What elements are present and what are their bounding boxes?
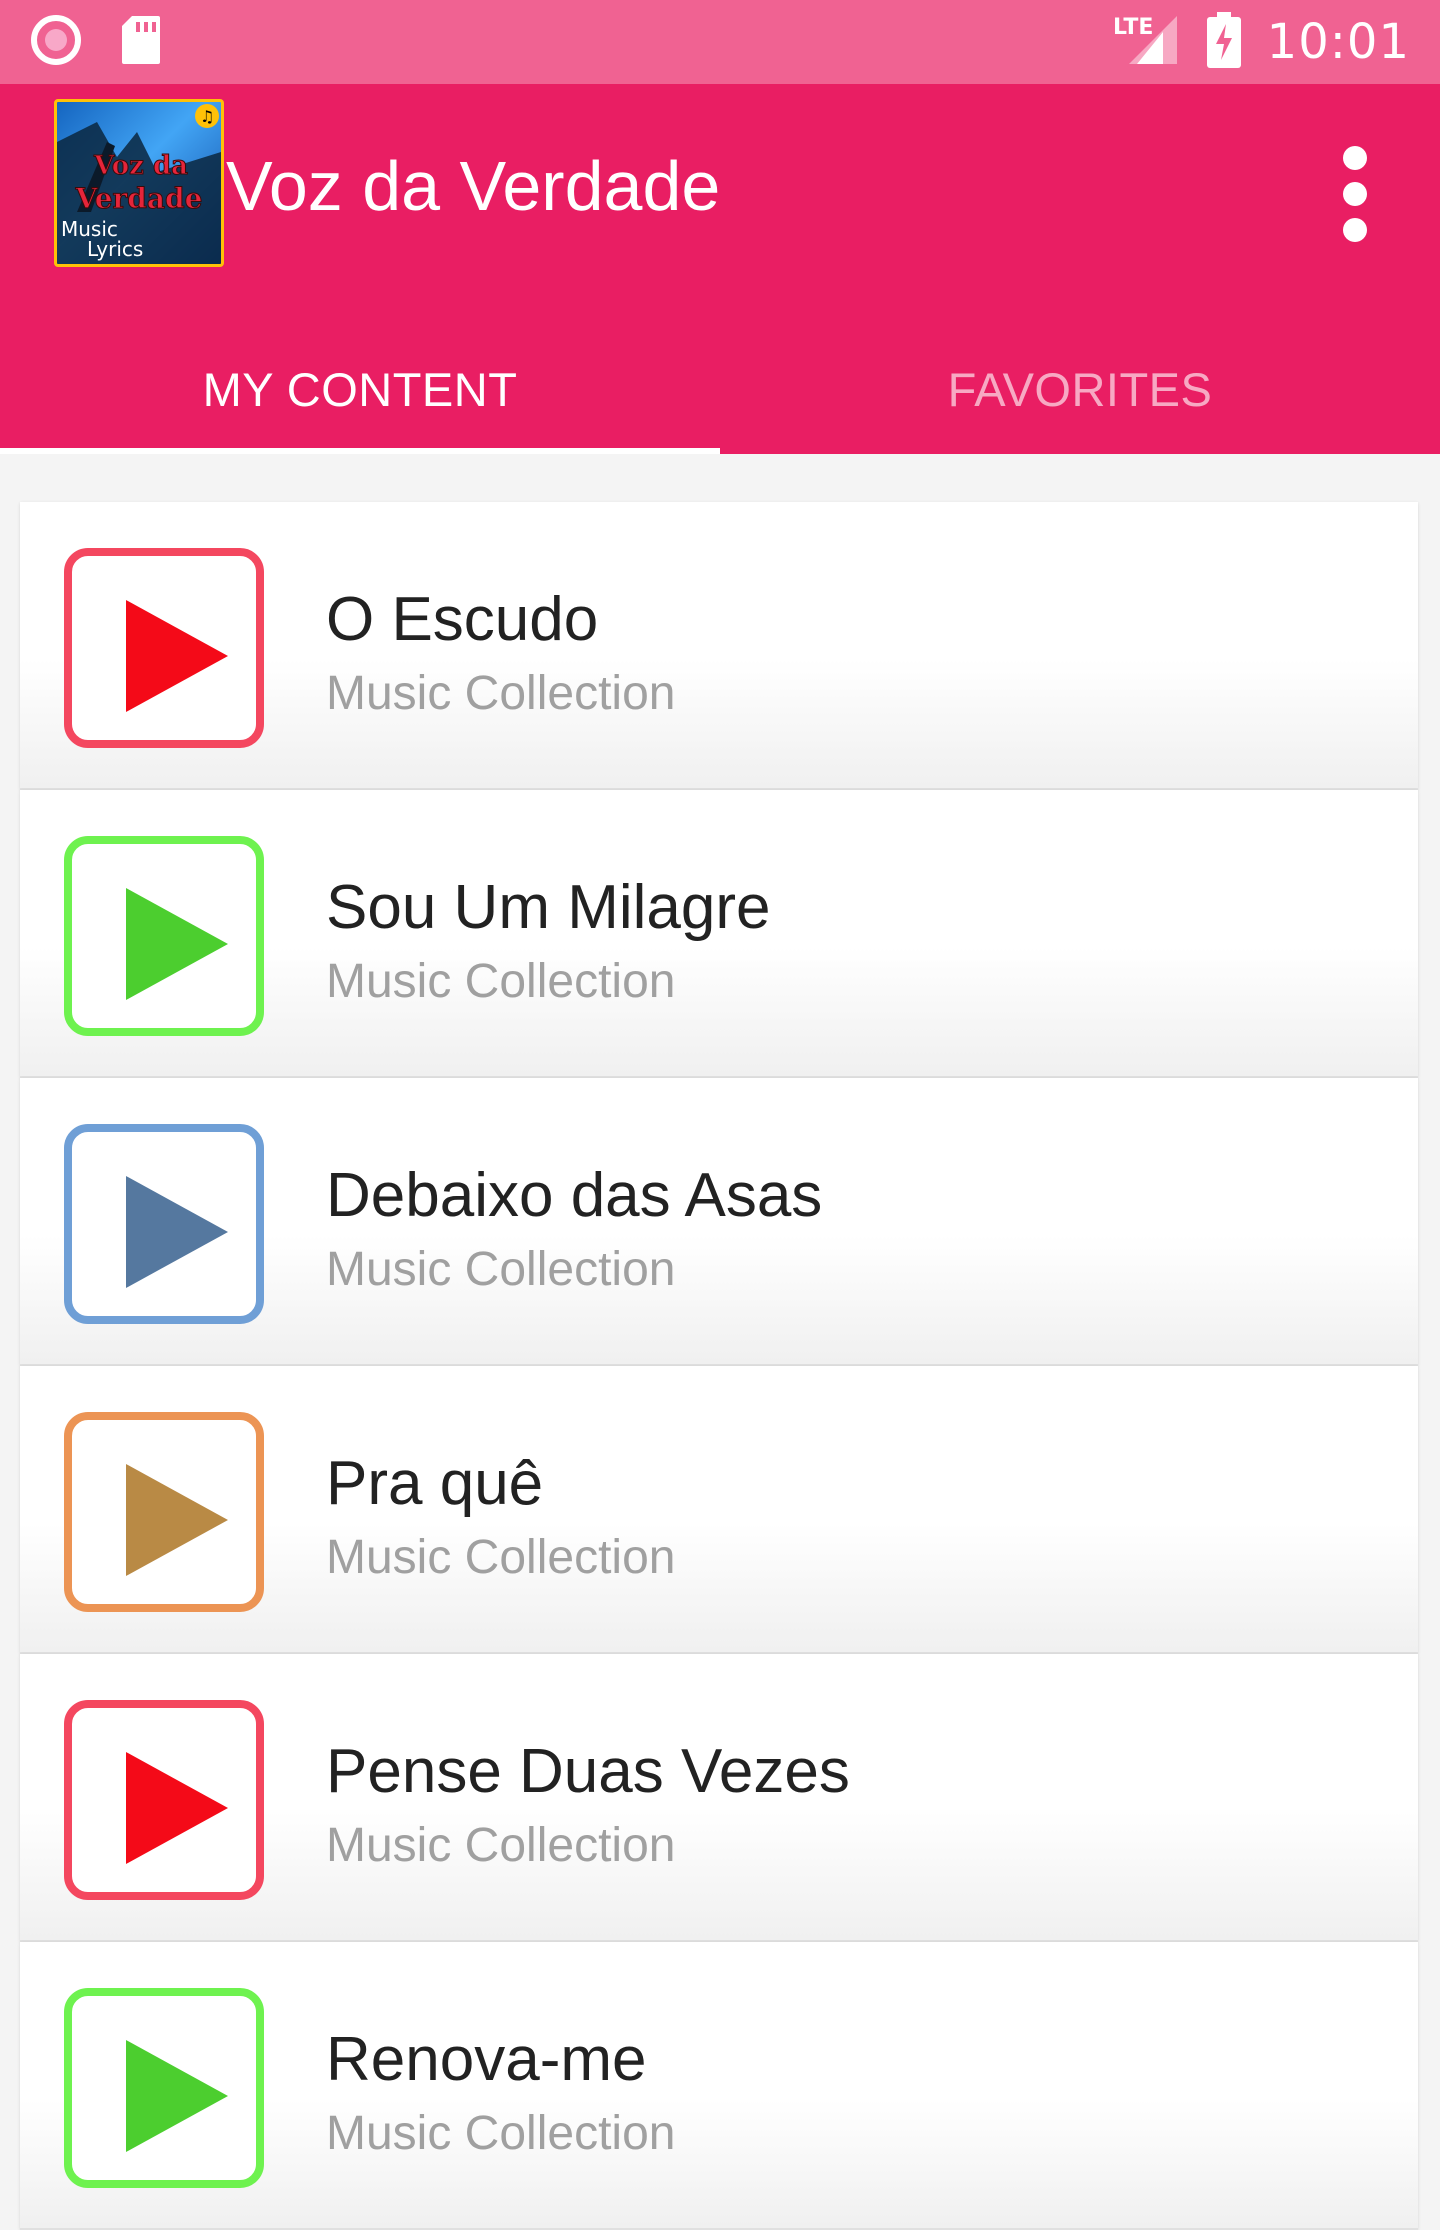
play-icon	[126, 600, 228, 712]
play-button[interactable]	[64, 1988, 264, 2188]
song-subtitle: Music Collection	[326, 667, 676, 720]
overflow-menu-button[interactable]	[1310, 134, 1400, 254]
play-button[interactable]	[64, 836, 264, 1036]
play-button[interactable]	[64, 1124, 264, 1324]
list-item[interactable]: Renova-me Music Collection	[20, 1942, 1418, 2230]
list-item[interactable]: Debaixo das Asas Music Collection	[20, 1078, 1418, 1366]
song-subtitle: Music Collection	[326, 1531, 676, 1584]
logo-text-line1: Voz da	[93, 151, 188, 181]
app-title: Voz da Verdade	[226, 147, 721, 225]
tab-indicator	[0, 448, 720, 454]
list-item[interactable]: Pense Duas Vezes Music Collection	[20, 1654, 1418, 1942]
sd-card-icon	[120, 14, 162, 71]
song-subtitle: Music Collection	[326, 1819, 676, 1872]
play-icon	[126, 1176, 228, 1288]
app-bar: ♫ Voz da Verdade Music Lyrics Voz da Ver…	[0, 84, 1440, 454]
song-title: Renova-me	[326, 2025, 647, 2094]
signal-icon: LTE	[1111, 12, 1181, 73]
tab-favorites[interactable]: FAVORITES	[720, 324, 1440, 454]
svg-text:♫: ♫	[200, 107, 214, 126]
logo-text-line2: Verdade	[75, 182, 203, 215]
status-bar: LTE 10:01	[0, 0, 1440, 84]
song-subtitle: Music Collection	[326, 955, 676, 1008]
song-title: Pense Duas Vezes	[326, 1737, 850, 1806]
battery-charging-icon	[1206, 11, 1241, 73]
network-label: LTE	[1113, 15, 1153, 40]
clock: 10:01	[1266, 14, 1410, 70]
song-title: O Escudo	[326, 585, 599, 654]
song-title: Pra quê	[326, 1449, 544, 1518]
play-icon	[126, 1464, 228, 1576]
list-item[interactable]: Sou Um Milagre Music Collection	[20, 790, 1418, 1078]
play-icon	[126, 1752, 228, 1864]
song-subtitle: Music Collection	[326, 2107, 676, 2160]
play-button[interactable]	[64, 1700, 264, 1900]
song-title: Sou Um Milagre	[326, 873, 771, 942]
list-item[interactable]: O Escudo Music Collection	[20, 502, 1418, 790]
song-subtitle: Music Collection	[326, 1243, 676, 1296]
play-icon	[126, 888, 228, 1000]
list-item[interactable]: Pra quê Music Collection	[20, 1366, 1418, 1654]
record-icon	[30, 14, 82, 71]
song-list: O Escudo Music Collection Sou Um Milagre Mu…	[20, 502, 1418, 2230]
more-vert-icon	[1343, 146, 1367, 242]
play-button[interactable]	[64, 548, 264, 748]
logo-text-line4: Lyrics	[87, 237, 143, 261]
app-logo: ♫ Voz da Verdade Music Lyrics	[54, 99, 224, 267]
play-icon	[126, 2040, 228, 2152]
song-title: Debaixo das Asas	[326, 1161, 823, 1230]
play-button[interactable]	[64, 1412, 264, 1612]
tab-my-content[interactable]: MY CONTENT	[0, 324, 720, 454]
